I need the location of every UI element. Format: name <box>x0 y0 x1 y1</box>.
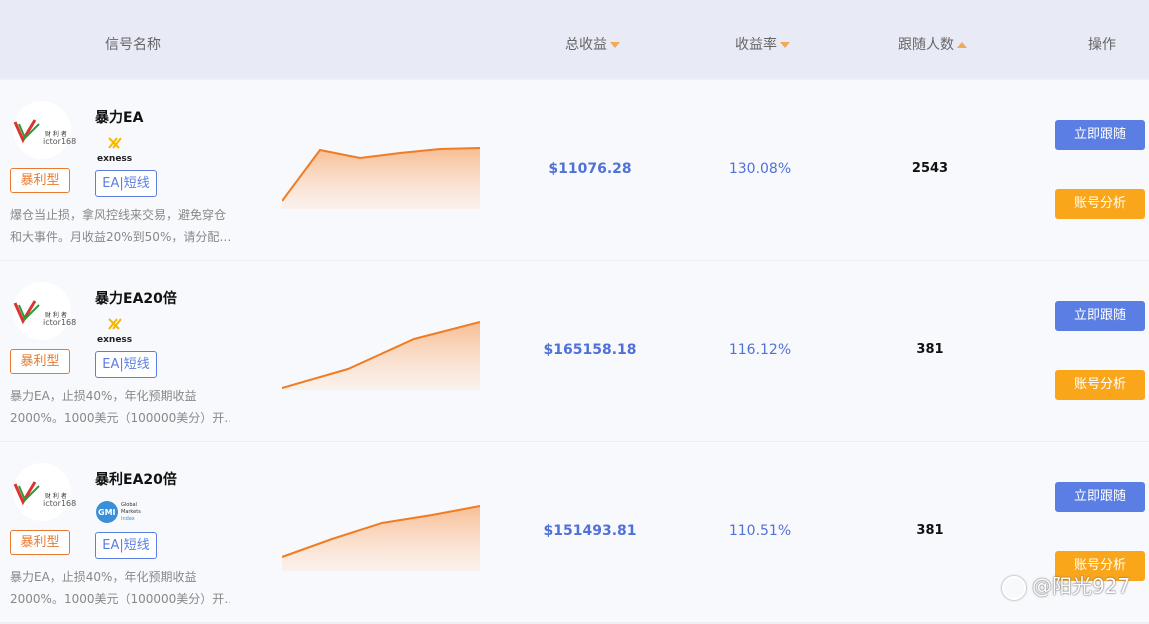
total-profit: $11076.28 <box>548 161 632 177</box>
sparkline-area <box>282 148 480 209</box>
follow-button[interactable]: 立即跟随 <box>1055 301 1145 331</box>
victor-v-icon <box>13 481 40 506</box>
signal-logo: 财 利 者 ictor168 <box>13 101 76 159</box>
tag-badge: EA|短线 <box>95 170 157 197</box>
gmi-icon: GMI Global Markets Index <box>96 501 141 523</box>
profit-rate: 116.12% <box>728 342 792 358</box>
table-row: 财 利 者 ictor168 暴利型 暴力EA20倍 exness EA|短线 … <box>0 261 1149 442</box>
total-profit: $165158.18 <box>543 342 637 358</box>
svg-text:Index: Index <box>121 516 135 522</box>
broker-logo: exness <box>95 317 141 345</box>
type-badge: 暴利型 <box>10 168 70 193</box>
tag-badge: EA|短线 <box>95 532 157 559</box>
follow-button[interactable]: 立即跟随 <box>1055 120 1145 150</box>
sort-desc-icon <box>610 42 620 48</box>
victor-v-icon <box>13 300 40 325</box>
follow-button[interactable]: 立即跟随 <box>1055 482 1145 512</box>
col-followers[interactable]: 跟随人数 <box>898 34 967 54</box>
signal-description: 爆仓当止损，拿风控线来交易，避免穿仓 和大事件。月收益20%到50%，请分配… <box>10 208 230 244</box>
table-row: 财 利 者 ictor168 暴利型 暴力EA exness EA|短线 爆仓当… <box>0 80 1149 261</box>
signal-logo: 财 利 者 ictor168 <box>13 463 76 521</box>
table-header: 信号名称 总收益 收益率 跟随人数 操作 <box>0 0 1149 78</box>
signal-name[interactable]: 暴力EA20倍 <box>95 288 177 308</box>
signal-logo: 财 利 者 ictor168 <box>13 282 76 340</box>
svg-text:GMI: GMI <box>98 508 116 517</box>
signal-description: 暴力EA，止损40%，年化预期收益 2000%。1000美元（100000美分）… <box>10 389 230 425</box>
sort-asc-icon <box>957 42 967 48</box>
followers-count: 381 <box>916 342 944 357</box>
svg-text:Global: Global <box>121 502 137 508</box>
total-profit: $151493.81 <box>543 523 637 539</box>
watermark: @阳光927 <box>1002 570 1130 600</box>
broker-logo: GMI Global Markets Index <box>95 498 141 526</box>
svg-text:exness: exness <box>97 335 132 345</box>
type-badge: 暴利型 <box>10 349 70 374</box>
logo-brand-en: ictor168 <box>43 318 77 327</box>
type-badge: 暴利型 <box>10 530 70 555</box>
victor-v-icon <box>13 119 40 144</box>
svg-text:Markets: Markets <box>121 509 141 515</box>
logo-brand-en: ictor168 <box>43 137 77 146</box>
account-analysis-button[interactable]: 账号分析 <box>1055 370 1145 400</box>
col-total-profit[interactable]: 总收益 <box>565 34 620 54</box>
profit-rate: 110.51% <box>728 523 792 539</box>
account-analysis-button[interactable]: 账号分析 <box>1055 189 1145 219</box>
followers-count: 2543 <box>911 161 949 176</box>
signal-description: 暴力EA，止损40%，年化预期收益 2000%。1000美元（100000美分）… <box>10 570 230 606</box>
table-row: 财 利 者 ictor168 暴利型 暴利EA20倍 GMI Global Ma… <box>0 442 1149 623</box>
profit-sparkline <box>282 321 480 390</box>
col-profit-rate[interactable]: 收益率 <box>735 34 790 54</box>
followers-count: 381 <box>916 523 944 538</box>
tag-badge: EA|短线 <box>95 351 157 378</box>
col-signal-name: 信号名称 <box>105 37 161 53</box>
broker-logo: exness <box>95 136 141 164</box>
sort-desc-icon <box>780 42 790 48</box>
profit-rate: 130.08% <box>728 161 792 177</box>
profit-sparkline <box>282 147 480 209</box>
exness-icon: exness <box>97 318 132 345</box>
signal-name[interactable]: 暴利EA20倍 <box>95 469 177 489</box>
signal-name[interactable]: 暴力EA <box>95 107 143 127</box>
sparkline-area <box>282 506 480 571</box>
logo-brand-en: ictor168 <box>43 499 77 508</box>
profit-sparkline <box>282 505 480 571</box>
zhihu-icon <box>1002 575 1026 600</box>
col-actions: 操作 <box>1088 37 1116 53</box>
exness-icon: exness <box>97 137 132 164</box>
svg-text:exness: exness <box>97 154 132 164</box>
